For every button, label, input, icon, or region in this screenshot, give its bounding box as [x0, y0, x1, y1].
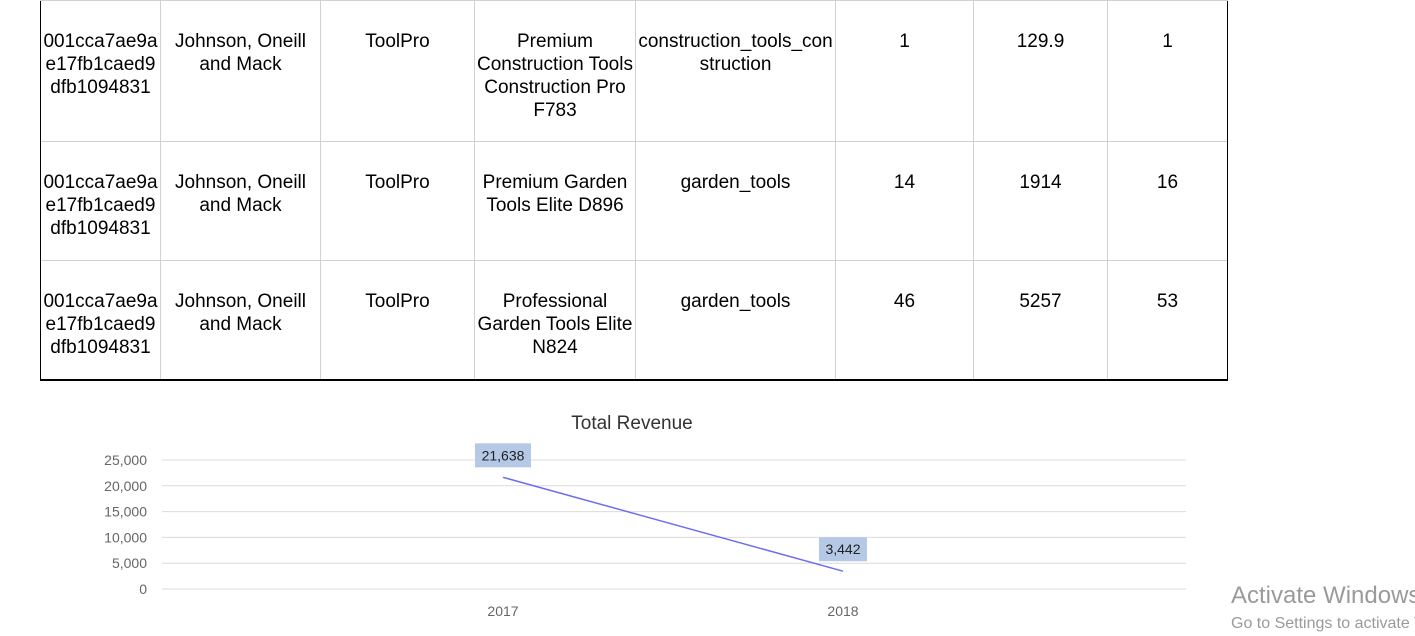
- cell-units: 1: [1107, 0, 1228, 142]
- cell-quantity: 1: [835, 0, 974, 142]
- cell-units: 53: [1107, 260, 1228, 381]
- y-tick-label: 15,000: [104, 504, 147, 520]
- data-labels: 21,638 3,442: [475, 443, 867, 562]
- cell-seller-name: Johnson, Oneill and Mack: [160, 141, 321, 261]
- data-label: 21,638: [475, 443, 531, 468]
- cell-revenue: 1914: [973, 141, 1108, 261]
- data-label: 3,442: [819, 537, 867, 562]
- cell-category: garden_tools: [635, 141, 836, 261]
- x-tick-label: 2017: [487, 603, 518, 619]
- cell-revenue: 129.9: [973, 0, 1108, 142]
- cell-product-name: Premium Construction Tools Construction …: [474, 0, 636, 142]
- table-row: 001cca7ae9ae17fb1caed9dfb1094831 Johnson,…: [40, 0, 1228, 142]
- chart-series: [502, 476, 844, 572]
- cell-order-id: 001cca7ae9ae17fb1caed9dfb1094831: [40, 141, 161, 261]
- x-axis-ticks: 2017 2018: [487, 603, 858, 619]
- cell-brand: ToolPro: [320, 141, 475, 261]
- data-label-text: 21,638: [482, 447, 525, 463]
- total-revenue-chart: Total Revenue 25,000 20,000 15,000 10,000 5,…: [104, 413, 1186, 619]
- y-tick-label: 0: [139, 581, 147, 597]
- cell-quantity: 14: [835, 141, 974, 261]
- y-tick-label: 10,000: [104, 529, 147, 545]
- activation-subtitle: Go to Settings to activate Windows.: [1231, 615, 1415, 632]
- table-row: 001cca7ae9ae17fb1caed9dfb1094831 Johnson,…: [40, 141, 1228, 261]
- cell-product-name: Premium Garden Tools Elite D896: [474, 141, 636, 261]
- cell-category: construction_tools_construction: [635, 0, 836, 142]
- x-tick-label: 2018: [827, 603, 858, 619]
- data-label-text: 3,442: [825, 541, 860, 557]
- windows-activation-watermark: Activate Windows Go to Settings to activ…: [1231, 580, 1415, 636]
- cell-order-id: 001cca7ae9ae17fb1caed9dfb1094831: [40, 0, 161, 142]
- y-axis-ticks: 25,000 20,000 15,000 10,000 5,000 0: [104, 452, 147, 597]
- chart-title: Total Revenue: [571, 413, 692, 434]
- cell-brand: ToolPro: [320, 0, 475, 142]
- cell-brand: ToolPro: [320, 260, 475, 381]
- table-row: 001cca7ae9ae17fb1caed9dfb1094831 Johnson,…: [40, 260, 1228, 381]
- activation-title: Activate Windows: [1231, 582, 1415, 609]
- cell-revenue: 5257: [973, 260, 1108, 381]
- cell-order-id: 001cca7ae9ae17fb1caed9dfb1094831: [40, 260, 161, 381]
- y-tick-label: 20,000: [104, 478, 147, 494]
- cell-quantity: 46: [835, 260, 974, 381]
- y-tick-label: 5,000: [112, 555, 147, 571]
- cell-seller-name: Johnson, Oneill and Mack: [160, 260, 321, 381]
- cell-product-name: Professional Garden Tools Elite N824: [474, 260, 636, 381]
- y-tick-label: 25,000: [104, 452, 147, 468]
- data-table: 001cca7ae9ae17fb1caed9dfb1094831 Johnson,…: [40, 0, 1228, 381]
- revenue-line: [502, 476, 844, 572]
- cell-category: garden_tools: [635, 260, 836, 381]
- cell-seller-name: Johnson, Oneill and Mack: [160, 0, 321, 142]
- cell-units: 16: [1107, 141, 1228, 261]
